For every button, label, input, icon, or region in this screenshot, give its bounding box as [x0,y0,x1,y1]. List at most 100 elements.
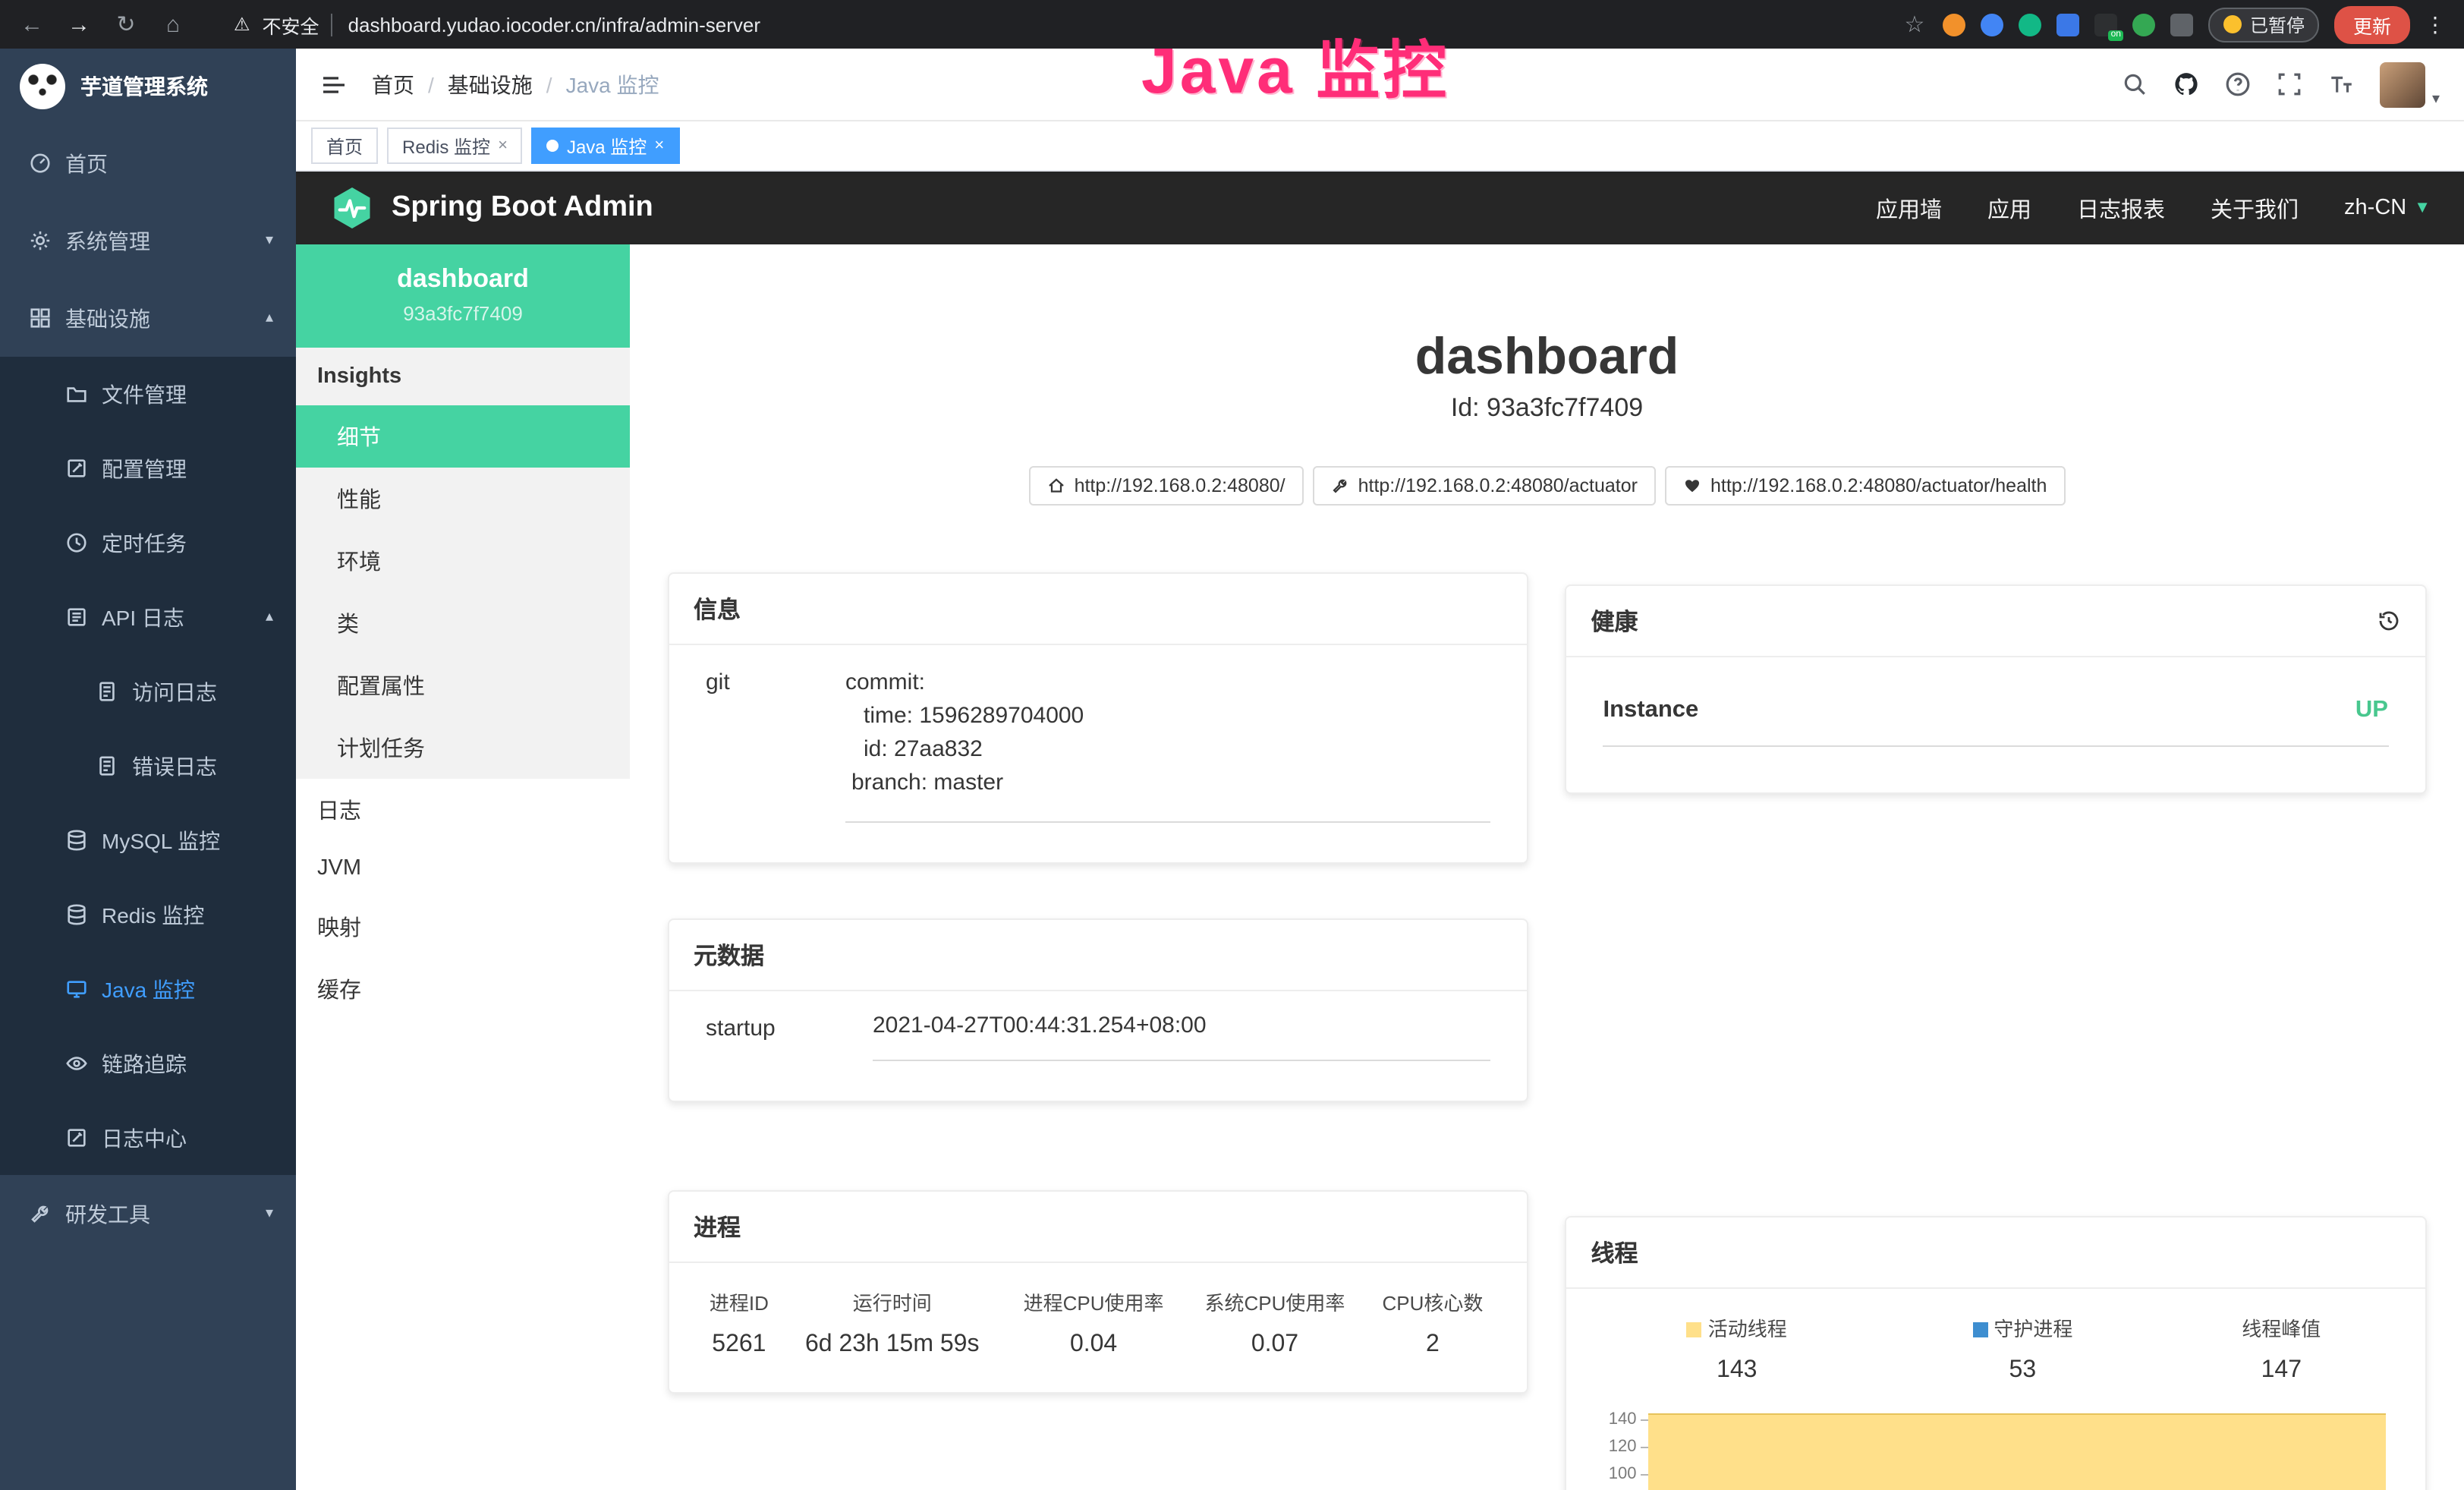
sidebar-item-label: 研发工具 [65,1199,150,1229]
smiley-icon [2224,15,2242,33]
sidebar-item-config-mgmt[interactable]: 配置管理 [0,431,296,506]
edit-icon [65,457,88,480]
sidebar-item-infra[interactable]: 基础设施 ▴ [0,279,296,357]
browser-menu-icon[interactable]: ⋮ [2425,11,2446,37]
grid-icon [29,307,52,329]
process-uptime-value: 6d 23h 15m 59s [782,1325,1003,1365]
sidebar-item-label: 链路追踪 [102,1048,187,1079]
back-icon[interactable]: ← [18,11,46,37]
eye-icon [65,1052,88,1075]
axis-tick: 100 [1609,1465,1637,1483]
active-dot [547,140,559,152]
locale-select[interactable]: zh-CN ▼ [2344,196,2431,220]
app-logo[interactable]: 芋道管理系统 [0,49,296,124]
extension-icon-5[interactable]: on [2095,13,2118,36]
close-icon[interactable]: × [654,137,664,155]
sidebar-item-file-mgmt[interactable]: 文件管理 [0,357,296,431]
database-icon [65,829,88,852]
sidebar-item-label: 文件管理 [102,379,187,409]
sba-header: Spring Boot Admin 应用墙 应用 日志报表 关于我们 zh-CN… [296,172,2464,244]
extension-icon-7[interactable] [2171,13,2194,36]
fullscreen-icon[interactable] [2277,71,2303,97]
extension-icon-1[interactable] [1943,13,1966,36]
sba-menu-configprops[interactable]: 配置属性 [296,654,630,717]
sidebar-item-access-logs[interactable]: 访问日志 [0,654,296,729]
extension-icon-6[interactable] [2133,13,2156,36]
info-card: 信息 git commit: time: 1596289704000 id: 2… [668,572,1529,864]
log-icon [65,606,88,628]
sidebar-item-scheduled-jobs[interactable]: 定时任务 [0,506,296,580]
close-icon[interactable]: × [498,137,508,155]
search-icon[interactable] [2123,71,2148,97]
edit-icon [65,1126,88,1149]
font-size-icon[interactable] [2329,71,2355,97]
metadata-card: 元数据 startup 2021-04-27T00:44:31.254+08:0… [668,918,1529,1102]
sidebar-item-dev-tools[interactable]: 研发工具 ▾ [0,1175,296,1252]
instance-header[interactable]: dashboard 93a3fc7f7409 [296,244,630,348]
tag-home[interactable]: 首页 [311,128,378,164]
sidebar-item-home[interactable]: 首页 [0,124,296,202]
hamburger-icon[interactable] [320,71,348,98]
sba-menu-details[interactable]: 细节 [296,405,630,468]
sidebar-item-error-logs[interactable]: 错误日志 [0,729,296,803]
tag-java-monitor[interactable]: Java 监控 × [532,128,679,164]
github-icon[interactable] [2174,71,2200,97]
tag-redis-monitor[interactable]: Redis 监控 × [387,128,523,164]
sba-menu-mappings[interactable]: 映射 [296,896,630,958]
browser-home-icon[interactable]: ⌂ [159,11,187,37]
help-icon[interactable] [2226,71,2252,97]
clock-icon [65,531,88,554]
update-button[interactable]: 更新 [2335,5,2409,43]
link-url: http://192.168.0.2:48080/actuator [1358,475,1638,496]
extension-icon-4[interactable] [2057,13,2080,36]
process-card-title: 进程 [694,1210,741,1243]
sba-menu-insights[interactable]: Insights [296,348,630,405]
breadcrumb-infra[interactable]: 基础设施 [448,69,533,99]
avatar [2381,61,2426,107]
threads-peak-value: 147 [2166,1351,2397,1391]
link-url: http://192.168.0.2:48080/ [1075,475,1285,496]
breadcrumb-home[interactable]: 首页 [372,69,414,99]
actuator-url-link[interactable]: http://192.168.0.2:48080/actuator [1313,466,1656,506]
extension-icon-3[interactable] [2019,13,2042,36]
chevron-up-icon: ▴ [266,609,273,625]
metadata-card-title: 元数据 [694,938,764,972]
forward-icon[interactable]: → [65,11,93,37]
sidebar-item-label: Redis 监控 [102,899,204,930]
health-card: 健康 Instance UP [1566,584,2427,794]
sba-nav-applications[interactable]: 应用 [1987,192,2031,224]
sidebar-item-mysql-monitor[interactable]: MySQL 监控 [0,803,296,877]
axis-tick: 120 [1609,1438,1637,1456]
sidebar-item-label: 配置管理 [102,453,187,484]
address-bar[interactable]: ⚠ 不安全 dashboard.yudao.iocoder.cn/infra/a… [234,10,760,39]
axis-tick: 140 [1609,1410,1637,1429]
health-url-link[interactable]: http://192.168.0.2:48080/actuator/health [1665,466,2065,506]
sidebar-item-tracing[interactable]: 链路追踪 [0,1026,296,1101]
sidebar-item-system[interactable]: 系统管理 ▾ [0,202,296,279]
sba-nav-about[interactable]: 关于我们 [2211,192,2299,224]
sidebar-item-java-monitor[interactable]: Java 监控 [0,952,296,1026]
user-menu[interactable]: ▾ [2381,61,2440,107]
sba-menu-classes[interactable]: 类 [296,592,630,654]
reload-icon[interactable]: ↻ [112,11,140,38]
sba-menu-environment[interactable]: 环境 [296,530,630,592]
paused-extension-badge[interactable]: 已暂停 [2209,7,2320,42]
breadcrumb-current: Java 监控 [566,69,659,99]
sba-menu-jvm[interactable]: JVM [296,841,630,896]
sidebar-item-redis-monitor[interactable]: Redis 监控 [0,877,296,952]
url-text: dashboard.yudao.iocoder.cn/infra/admin-s… [332,13,760,36]
sba-menu-metrics[interactable]: 性能 [296,468,630,530]
sba-menu-scheduled-tasks[interactable]: 计划任务 [296,717,630,779]
history-icon[interactable] [2376,609,2400,633]
threads-live-value: 143 [1594,1351,1880,1391]
bookmark-star-icon[interactable]: ☆ [1901,11,1928,38]
sba-nav-wallboard[interactable]: 应用墙 [1876,192,1942,224]
sba-menu-caches[interactable]: 缓存 [296,958,630,1020]
sba-menu-logs[interactable]: 日志 [296,779,630,841]
service-url-link[interactable]: http://192.168.0.2:48080/ [1029,466,1304,506]
sidebar-item-label: 定时任务 [102,528,187,558]
sidebar-item-log-center[interactable]: 日志中心 [0,1101,296,1175]
sba-nav-journal[interactable]: 日志报表 [2077,192,2165,224]
sidebar-item-api-logs[interactable]: API 日志 ▴ [0,580,296,654]
extension-icon-2[interactable] [1981,13,2004,36]
